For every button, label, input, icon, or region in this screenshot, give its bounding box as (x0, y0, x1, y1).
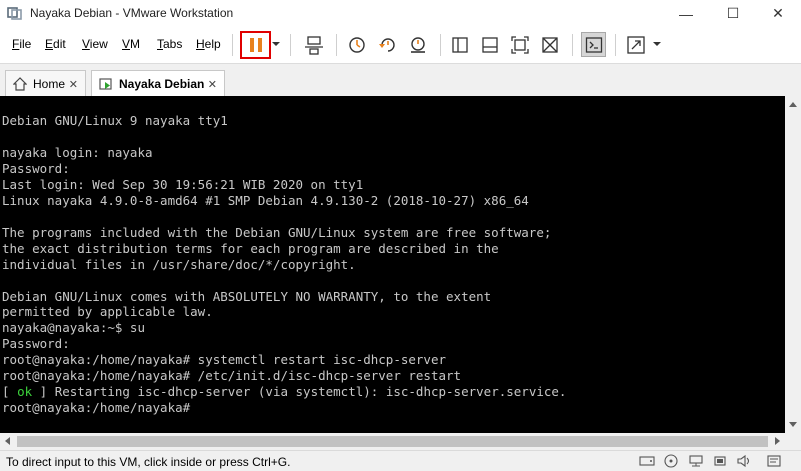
console-line: Linux nayaka 4.9.0-8-amd64 #1 SMP Debian… (2, 193, 529, 208)
menu-file[interactable]: File (12, 37, 31, 51)
network-adapter-icon[interactable] (688, 454, 704, 468)
console-line: Password: (2, 336, 70, 351)
tab-nayaka-debian[interactable]: Nayaka Debian ✕ (91, 70, 225, 97)
show-thumbnail-bar-button[interactable] (478, 33, 502, 57)
show-library-button[interactable] (448, 33, 472, 57)
vmware-app-icon (7, 6, 23, 20)
terminal-icon (585, 36, 602, 53)
console-bracket-open: [ (2, 384, 18, 399)
library-panel-icon (452, 37, 468, 53)
toolbar-separator (615, 34, 616, 56)
horizontal-scrollbar[interactable] (0, 433, 785, 450)
console-ok-status: ok (17, 384, 33, 399)
vm-console[interactable]: Debian GNU/Linux 9 nayaka tty1 nayaka lo… (0, 96, 785, 433)
hard-disk-icon[interactable] (639, 454, 655, 468)
scroll-left-icon[interactable] (5, 437, 10, 445)
menu-edit-label: dit (53, 37, 66, 51)
maximize-button[interactable]: ☐ (710, 0, 756, 27)
scrollbar-corner (785, 433, 801, 450)
pause-icon-bar (257, 38, 262, 52)
pause-icon (249, 38, 254, 52)
tab-home-close-icon[interactable]: ✕ (69, 78, 78, 91)
menu-help-label: elp (204, 37, 221, 51)
stretch-guest-button[interactable] (624, 33, 648, 57)
view-dropdown-arrow-icon[interactable] (653, 42, 661, 46)
take-snapshot-button[interactable] (345, 33, 369, 57)
tab-home[interactable]: Home ✕ (5, 70, 86, 97)
menu-vm-mnemonic: V (122, 37, 131, 51)
toolbar-separator (290, 34, 291, 56)
scroll-up-icon[interactable] (789, 102, 797, 107)
toolbar-separator (440, 34, 441, 56)
vertical-scrollbar[interactable] (785, 96, 801, 433)
menu-view[interactable]: View (82, 37, 108, 51)
console-line: root@nayaka:/home/nayaka# systemctl rest… (2, 352, 447, 367)
close-button[interactable]: ✕ (755, 0, 801, 27)
home-icon (13, 77, 27, 91)
status-message: To direct input to this VM, click inside… (6, 455, 291, 469)
menu-edit-mnemonic: E (45, 37, 54, 51)
menu-view-label: iew (89, 37, 108, 51)
vm-running-icon (99, 77, 113, 91)
console-line-ok-status: [ ok ] Restarting isc-dhcp-server (via s… (2, 384, 566, 400)
console-view-button[interactable] (581, 32, 606, 57)
menu-toolbar: File Edit View VM Tabs Help (0, 27, 801, 63)
menu-tabs[interactable]: Tabs (157, 37, 182, 51)
menu-edit[interactable]: Edit (45, 37, 66, 51)
console-line: Debian GNU/Linux comes with ABSOLUTELY N… (2, 289, 492, 304)
menu-vm-label: M (130, 37, 141, 51)
menu-view-mnemonic: V (82, 37, 90, 51)
console-line: permitted by applicable law. (2, 304, 213, 319)
minimize-button[interactable]: — (663, 0, 709, 27)
snapshot-manager-icon (411, 37, 425, 53)
keyboard-network-icon (305, 36, 323, 55)
power-dropdown-arrow-icon[interactable] (272, 42, 280, 46)
stretch-icon (627, 36, 645, 54)
thumbnail-bar-icon (482, 37, 498, 53)
snapshot-clock-icon (349, 37, 365, 53)
send-ctrl-alt-del-button[interactable] (302, 33, 326, 57)
full-screen-button[interactable] (508, 33, 532, 57)
scroll-right-icon[interactable] (775, 437, 780, 445)
menu-vm[interactable]: VM (122, 37, 140, 51)
toolbar-separator (336, 34, 337, 56)
menu-help[interactable]: Help (196, 37, 221, 51)
snapshot-manager-button[interactable] (406, 33, 430, 57)
tab-nayaka-debian-label: Nayaka Debian (119, 77, 205, 91)
console-line: Password: (2, 161, 70, 176)
console-line: nayaka@nayaka:~$ su (2, 320, 145, 335)
console-line: The programs included with the Debian GN… (2, 225, 552, 240)
tab-home-label: Home (33, 77, 66, 91)
menu-tabs-label: abs (163, 37, 183, 51)
horizontal-scroll-thumb[interactable] (17, 436, 768, 447)
console-line: Debian GNU/Linux 9 nayaka tty1 (2, 113, 228, 128)
title-bar: Nayaka Debian - VMware Workstation — ☐ ✕ (0, 0, 801, 27)
revert-snapshot-icon (379, 38, 395, 52)
status-bar: To direct input to this VM, click inside… (0, 450, 801, 471)
cd-dvd-icon[interactable] (663, 454, 679, 468)
console-ok-message: ] Restarting isc-dhcp-server (via system… (32, 384, 567, 399)
toolbar-separator (232, 34, 233, 56)
tab-bar: Home ✕ Nayaka Debian ✕ (0, 63, 801, 97)
sound-card-icon[interactable] (736, 454, 752, 468)
console-line: individual files in /usr/share/doc/*/cop… (2, 257, 356, 272)
suspend-pause-button[interactable] (240, 31, 271, 59)
window-title: Nayaka Debian - VMware Workstation (30, 6, 234, 20)
menu-file-label: ile (19, 37, 32, 51)
message-log-icon[interactable] (766, 454, 782, 468)
unity-mode-button[interactable] (538, 33, 562, 57)
scroll-down-icon[interactable] (789, 422, 797, 427)
console-line: nayaka login: nayaka (2, 145, 153, 160)
toolbar-separator (572, 34, 573, 56)
console-line: root@nayaka:/home/nayaka# /etc/init.d/is… (2, 368, 462, 383)
revert-snapshot-button[interactable] (376, 33, 400, 57)
full-screen-icon (511, 36, 529, 54)
usb-device-icon[interactable] (712, 454, 728, 468)
menu-help-mnemonic: H (196, 37, 205, 51)
console-line: Last login: Wed Sep 30 19:56:21 WIB 2020… (2, 177, 364, 192)
console-line: the exact distribution terms for each pr… (2, 241, 499, 256)
unity-mode-icon (542, 37, 558, 53)
console-prompt: root@nayaka:/home/nayaka# (2, 400, 191, 415)
tab-nayaka-debian-close-icon[interactable]: ✕ (208, 78, 217, 91)
